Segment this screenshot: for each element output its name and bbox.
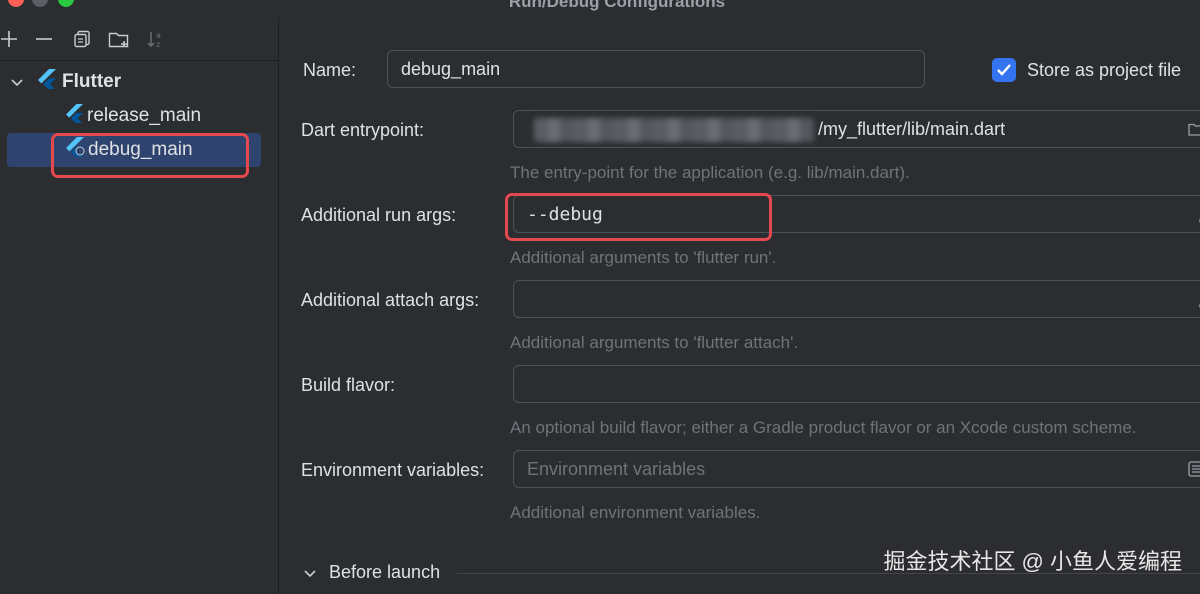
configurations-sidebar: az Flutter release_main debug_main xyxy=(0,18,279,594)
folder-icon[interactable] xyxy=(1188,121,1200,142)
svg-text:a: a xyxy=(156,31,161,40)
flutter-icon xyxy=(38,69,56,95)
name-value: debug_main xyxy=(401,58,501,79)
remove-icon[interactable] xyxy=(33,28,55,50)
sort-icon[interactable]: az xyxy=(145,28,167,50)
env-vars-input[interactable]: Environment variables xyxy=(513,450,1200,488)
attach-args-hint: Additional arguments to 'flutter attach'… xyxy=(510,333,799,352)
redacted-path xyxy=(534,118,814,142)
run-args-label: Additional run args: xyxy=(301,205,457,225)
env-vars-placeholder: Environment variables xyxy=(527,458,706,479)
tree-item-release-main[interactable]: release_main xyxy=(66,99,201,133)
list-edit-icon[interactable] xyxy=(1188,461,1200,482)
new-folder-icon[interactable] xyxy=(108,28,130,50)
name-label: Name: xyxy=(303,60,357,80)
env-vars-label: Environment variables: xyxy=(301,460,485,480)
tree-group-flutter[interactable]: Flutter xyxy=(10,65,121,99)
env-vars-hint: Additional environment variables. xyxy=(510,503,761,522)
sidebar-toolbar: az xyxy=(0,18,278,61)
attach-args-input[interactable]: ⤢ xyxy=(513,280,1200,318)
highlight-box-debug-main xyxy=(51,133,249,178)
svg-text:z: z xyxy=(156,40,160,49)
entrypoint-label: Dart entrypoint: xyxy=(301,120,425,140)
flutter-icon xyxy=(66,103,83,129)
name-input[interactable]: debug_main xyxy=(387,50,925,88)
chevron-down-icon[interactable] xyxy=(10,75,28,89)
configuration-form: Name: debug_main Store as project file D… xyxy=(279,18,1200,594)
build-flavor-input[interactable] xyxy=(513,365,1200,403)
title-bar: Run/Debug Configurations xyxy=(0,0,1200,18)
add-icon[interactable] xyxy=(0,28,20,50)
copy-icon[interactable] xyxy=(71,28,93,50)
highlight-box-run-args xyxy=(505,193,772,241)
store-as-project-file-checkbox[interactable] xyxy=(992,58,1016,82)
before-launch-section[interactable]: Before launch xyxy=(303,562,440,583)
watermark: 掘金技术社区 @ 小鱼人爱编程 xyxy=(883,549,1182,574)
chevron-down-icon[interactable] xyxy=(303,566,317,580)
build-flavor-label: Build flavor: xyxy=(301,375,396,395)
entrypoint-input[interactable]: /my_flutter/lib/main.dart xyxy=(513,110,1200,148)
before-launch-label: Before launch xyxy=(329,562,441,582)
run-args-hint: Additional arguments to 'flutter run'. xyxy=(510,248,777,267)
window-title: Run/Debug Configurations xyxy=(508,0,726,11)
build-flavor-hint: An optional build flavor; either a Gradl… xyxy=(510,418,1137,437)
entrypoint-value: /my_flutter/lib/main.dart xyxy=(818,118,1006,139)
build-flavor-hint-clip: An optional build flavor; either a Gradl… xyxy=(510,418,1200,442)
tree-group-label: Flutter xyxy=(62,71,122,92)
attach-args-label: Additional attach args: xyxy=(301,290,480,310)
tree-item-label: release_main xyxy=(87,105,202,126)
store-as-project-file-label: Store as project file xyxy=(1027,60,1182,80)
entrypoint-hint: The entry-point for the application (e.g… xyxy=(510,163,910,182)
